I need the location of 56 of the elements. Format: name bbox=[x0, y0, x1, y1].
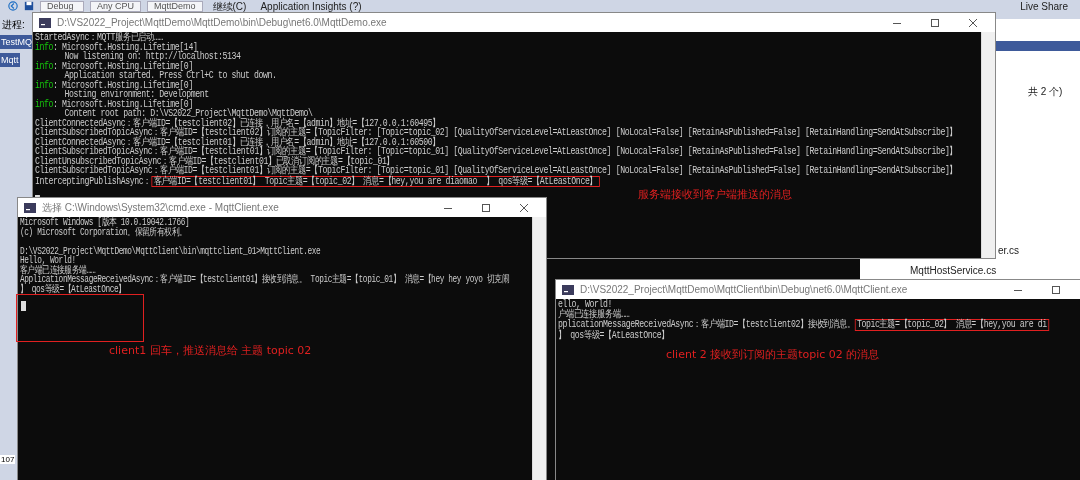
console-line: ApplicationMessageReceivedAsync：客户端ID=【testclient01】接收到消息。 Topic主题=【topic_01】 消息=【hey hey yoyo 切克闹 bbox=[20, 275, 510, 285]
log-level-tag: info bbox=[35, 98, 54, 110]
document-tab[interactable]: Mqtt bbox=[0, 53, 20, 67]
console-line: Now listening on: http://localhost:5134 bbox=[64, 52, 241, 62]
toolbar-button[interactable]: Application Insights (?) bbox=[256, 1, 366, 12]
console-line: : Microsoft.Hosting.Lifetime[0] bbox=[53, 98, 193, 110]
console-line: Content root path: D:\VS2022_Project\MqttDemo\MqttDemo\ bbox=[64, 109, 313, 119]
scrollbar[interactable] bbox=[532, 217, 546, 480]
highlighted-text: 客户端ID=【testclient01】 Topic主题=【topic_02】 消息=【hey,you are diaomao 】 qos等级=【AtLeastOnce】 bbox=[151, 175, 600, 187]
maximize-icon[interactable] bbox=[930, 17, 940, 28]
close-icon[interactable] bbox=[519, 202, 529, 213]
console-icon bbox=[562, 284, 574, 295]
annotation-text: 服务端接收到客户端推送的消息 bbox=[638, 190, 792, 200]
window-title: D:\VS2022_Project\MqttDemo\MqttDemo\bin\Debug\net6.0\MqttDemo.exe bbox=[57, 17, 387, 28]
window-title: 选择 C:\Windows\System32\cmd.exe - MqttClient.exe bbox=[42, 200, 279, 215]
process-label: 进程: bbox=[1, 19, 26, 31]
console-line: Microsoft Windows [版本 10.0.19042.1766] bbox=[20, 218, 190, 228]
back-icon[interactable] bbox=[8, 1, 18, 11]
console-line: ClientSubscribedTopicAsync：客户端ID=【testclient01】订阅的主题=【TopicFilter: [Topic=topic_01] [QualityOfServiceLevel=AtLeastOnce] [NoLocal=False] [RetainAsPublished=False] [RetainHandling=SendAtSubscribe]】 bbox=[35, 166, 958, 176]
console-line: : Microsoft.Hosting.Lifetime[0] bbox=[53, 60, 193, 72]
console-line: pplicationMessageReceivedAsync：客户端ID=【testclient02】接收到消息。 bbox=[558, 319, 855, 330]
text-cursor bbox=[21, 301, 26, 311]
console-line: D:\VS2022_Project\MqttDemo\MqttClient\bin\mqttclient_01>MqttClient.exe bbox=[20, 246, 321, 256]
console-line: 】 qos等级=【AtLeastOnce】 bbox=[558, 330, 670, 340]
annotation-text: client 2 接收到订阅的主题topic 02 的消息 bbox=[666, 350, 880, 360]
document-tab[interactable]: TestMQ bbox=[0, 35, 33, 49]
console-line: ello, World! bbox=[558, 300, 613, 310]
window-title: D:\VS2022_Project\MqttDemo\MqttClient\bin\Debug\net6.0\MqttClient.exe bbox=[580, 284, 908, 295]
console-line: 户端已连接服务端…… bbox=[558, 309, 630, 319]
console-icon bbox=[39, 17, 51, 28]
file-item[interactable]: er.cs bbox=[998, 245, 1020, 256]
console-icon bbox=[24, 202, 36, 213]
log-level-tag: info bbox=[35, 79, 54, 91]
text-cursor bbox=[35, 194, 40, 197]
close-icon[interactable] bbox=[968, 17, 978, 28]
console-line: 客户端已连接服务端…… bbox=[20, 265, 96, 275]
save-icon[interactable] bbox=[24, 1, 34, 11]
file-item[interactable]: MqttHostService.cs bbox=[910, 265, 997, 276]
console-line: : Microsoft.Hosting.Lifetime[0] bbox=[53, 79, 193, 91]
highlighted-text: Topic主题=【topic_02】 消息=【hey,you are di bbox=[854, 319, 1050, 331]
toolbar-button[interactable]: 继续(C) bbox=[208, 1, 251, 12]
console-line: InterceptingPublishAsync： bbox=[35, 175, 152, 187]
scrollbar[interactable] bbox=[981, 32, 995, 258]
console-line: 】 qos等级=【AtLeastOnce】 bbox=[20, 284, 126, 294]
maximize-icon[interactable] bbox=[1051, 284, 1061, 295]
console-line: (c) Microsoft Corporation。保留所有权利。 bbox=[20, 227, 187, 237]
console-line: StartedAsync：MQTT服务已启动…… bbox=[35, 33, 163, 43]
console-line: Application started. Press Ctrl+C to shut down. bbox=[64, 71, 277, 81]
panel-status-text: 共 2 个) bbox=[1027, 85, 1064, 99]
maximize-icon[interactable] bbox=[481, 202, 491, 213]
console-line: Hello, World! bbox=[20, 256, 76, 266]
console-line: Hosting environment: Development bbox=[64, 90, 209, 100]
live-share-button[interactable]: Live Share bbox=[1016, 1, 1072, 12]
annotation-text: client1 回车，推送消息给 主题 topic 02 bbox=[109, 346, 312, 356]
log-level-tag: info bbox=[35, 60, 54, 72]
line-number: 107 bbox=[0, 455, 16, 464]
